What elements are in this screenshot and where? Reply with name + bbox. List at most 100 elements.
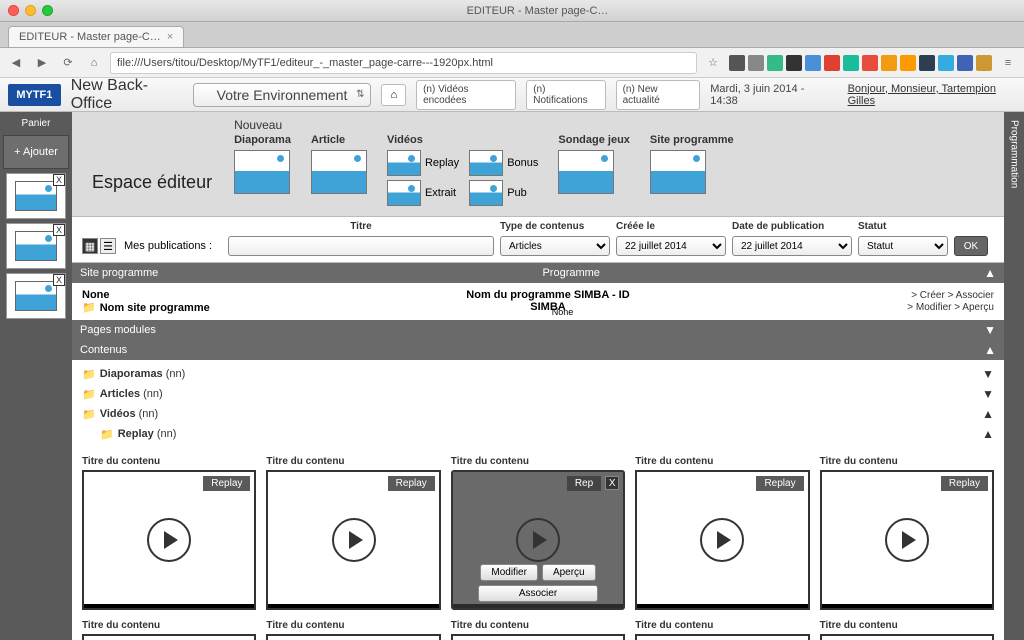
- ext-icon[interactable]: [729, 55, 745, 71]
- content-card[interactable]: Titre du contenu Replay: [266, 620, 440, 640]
- published-select[interactable]: 22 juillet 2014: [732, 236, 852, 256]
- create-article[interactable]: Article: [311, 134, 367, 194]
- panier-thumb[interactable]: X: [6, 223, 66, 269]
- collapse-icon[interactable]: ▲: [984, 343, 996, 357]
- play-icon[interactable]: [147, 518, 191, 562]
- expand-icon[interactable]: ▼: [984, 323, 996, 337]
- ext-icon[interactable]: [900, 55, 916, 71]
- ext-icon[interactable]: [919, 55, 935, 71]
- ext-icon[interactable]: [881, 55, 897, 71]
- collapse-icon[interactable]: ▲: [982, 427, 994, 441]
- create-site-programme[interactable]: Site programme: [650, 134, 734, 194]
- browser-tab[interactable]: EDITEUR - Master page-C… ×: [8, 26, 184, 47]
- ext-icon[interactable]: [938, 55, 954, 71]
- content-card[interactable]: Titre du contenu Replay: [266, 456, 440, 610]
- ext-icon[interactable]: [843, 55, 859, 71]
- image-icon: [558, 150, 614, 194]
- home-button[interactable]: ⌂: [381, 84, 406, 106]
- type-select[interactable]: Articles: [500, 236, 610, 256]
- content-card[interactable]: Titre du contenu Replay: [82, 456, 256, 610]
- forward-icon[interactable]: ▶: [32, 53, 52, 73]
- actualite-button[interactable]: (n) New actualité: [616, 80, 701, 110]
- close-icon[interactable]: [8, 5, 19, 16]
- nomsite[interactable]: Nom site programme: [100, 302, 210, 314]
- play-icon[interactable]: [885, 518, 929, 562]
- tree-replay[interactable]: 📁Replay (nn)▲: [82, 424, 994, 444]
- video-bonus[interactable]: Bonus: [469, 150, 538, 176]
- folder-icon: 📁: [82, 368, 96, 381]
- close-icon[interactable]: X: [605, 476, 619, 490]
- home-icon[interactable]: ⌂: [84, 53, 104, 73]
- content-card[interactable]: Titre du contenu Replay: [820, 620, 994, 640]
- ext-icon[interactable]: [862, 55, 878, 71]
- ext-icon[interactable]: [824, 55, 840, 71]
- close-icon[interactable]: ×: [167, 31, 173, 43]
- programmation-tab[interactable]: Programmation: [1009, 120, 1020, 188]
- greeting[interactable]: Bonjour, Monsieur, Tartempion Gilles: [848, 83, 1016, 107]
- panier-thumb[interactable]: X: [6, 173, 66, 219]
- list-view-icon[interactable]: ☰: [100, 238, 116, 254]
- content-card[interactable]: Titre du contenu Replay: [820, 456, 994, 610]
- panier-thumb[interactable]: X: [6, 273, 66, 319]
- environment-select[interactable]: Votre Environnement: [193, 83, 372, 107]
- content-card[interactable]: Titre du contenu Replay: [635, 620, 809, 640]
- grid-view-icon[interactable]: ▦: [82, 238, 98, 254]
- minimize-icon[interactable]: [25, 5, 36, 16]
- creer-associer-link[interactable]: > Créer > Associer: [911, 290, 994, 301]
- ext-icon[interactable]: [786, 55, 802, 71]
- close-icon[interactable]: X: [53, 224, 65, 236]
- tree-videos[interactable]: 📁Vidéos (nn)▲: [82, 404, 994, 424]
- apercu-button[interactable]: Aperçu: [542, 564, 596, 581]
- create-sondage[interactable]: Sondage jeux: [558, 134, 630, 194]
- notifications-button[interactable]: (n) Notifications: [526, 80, 605, 110]
- menu-icon[interactable]: ≡: [998, 53, 1018, 73]
- zoom-icon[interactable]: [42, 5, 53, 16]
- status-select[interactable]: Statut: [858, 236, 948, 256]
- ext-icon[interactable]: [976, 55, 992, 71]
- content-card[interactable]: Titre du contenu Replay: [635, 456, 809, 610]
- content-card-selected[interactable]: Titre du contenu Rep X Modifier Aperçu A…: [451, 456, 625, 610]
- play-icon[interactable]: [700, 518, 744, 562]
- ext-icon[interactable]: [957, 55, 973, 71]
- reload-icon[interactable]: ⟳: [58, 53, 78, 73]
- replay-badge: Replay: [756, 476, 803, 491]
- ok-button[interactable]: OK: [954, 236, 988, 256]
- url-input[interactable]: [110, 52, 697, 74]
- ext-icon[interactable]: [805, 55, 821, 71]
- ext-icon[interactable]: [767, 55, 783, 71]
- play-icon[interactable]: [332, 518, 376, 562]
- collapse-icon[interactable]: ▲: [984, 266, 996, 280]
- tree-articles[interactable]: 📁Articles (nn)▼: [82, 384, 994, 404]
- modifier-button[interactable]: Modifier: [480, 564, 538, 581]
- title-input[interactable]: [228, 236, 494, 256]
- collapse-icon[interactable]: ▲: [982, 407, 994, 421]
- close-icon[interactable]: X: [53, 274, 65, 286]
- star-icon[interactable]: ☆: [703, 53, 723, 73]
- content-card[interactable]: Titre du contenu Replay: [82, 620, 256, 640]
- bar-pages-modules[interactable]: Pages modules▼: [72, 320, 1004, 340]
- bar-contenus[interactable]: Contenus▲: [72, 340, 1004, 360]
- image-icon: [311, 150, 367, 194]
- video-extrait[interactable]: Extrait: [387, 180, 459, 206]
- create-diaporama[interactable]: Diaporama: [234, 134, 291, 194]
- expand-icon[interactable]: ▼: [982, 387, 994, 401]
- content-card[interactable]: Titre du contenu Replay: [451, 620, 625, 640]
- associer-button[interactable]: Associer: [478, 585, 597, 602]
- logo[interactable]: MYTF1: [8, 84, 61, 106]
- close-icon[interactable]: X: [53, 174, 65, 186]
- modifier-apercu-link[interactable]: > Modifier > Aperçu: [907, 302, 994, 313]
- bar-site-programme[interactable]: Site programme Programme ▲: [72, 263, 1004, 283]
- expand-icon[interactable]: ▼: [982, 367, 994, 381]
- datetime: Mardi, 3 juin 2014 - 14:38: [710, 83, 827, 107]
- created-select[interactable]: 22 juillet 2014: [616, 236, 726, 256]
- video-replay[interactable]: Replay: [387, 150, 459, 176]
- videos-encoded-button[interactable]: (n) Vidéos encodées: [416, 80, 516, 110]
- tab-label: EDITEUR - Master page-C…: [19, 31, 161, 43]
- play-icon[interactable]: [516, 518, 560, 562]
- add-button[interactable]: + Ajouter: [3, 135, 69, 169]
- tree-diaporamas[interactable]: 📁Diaporamas (nn)▼: [82, 364, 994, 384]
- back-icon[interactable]: ◀: [6, 53, 26, 73]
- video-pub[interactable]: Pub: [469, 180, 538, 206]
- ext-icon[interactable]: [748, 55, 764, 71]
- right-rail[interactable]: Programmation: [1004, 112, 1024, 640]
